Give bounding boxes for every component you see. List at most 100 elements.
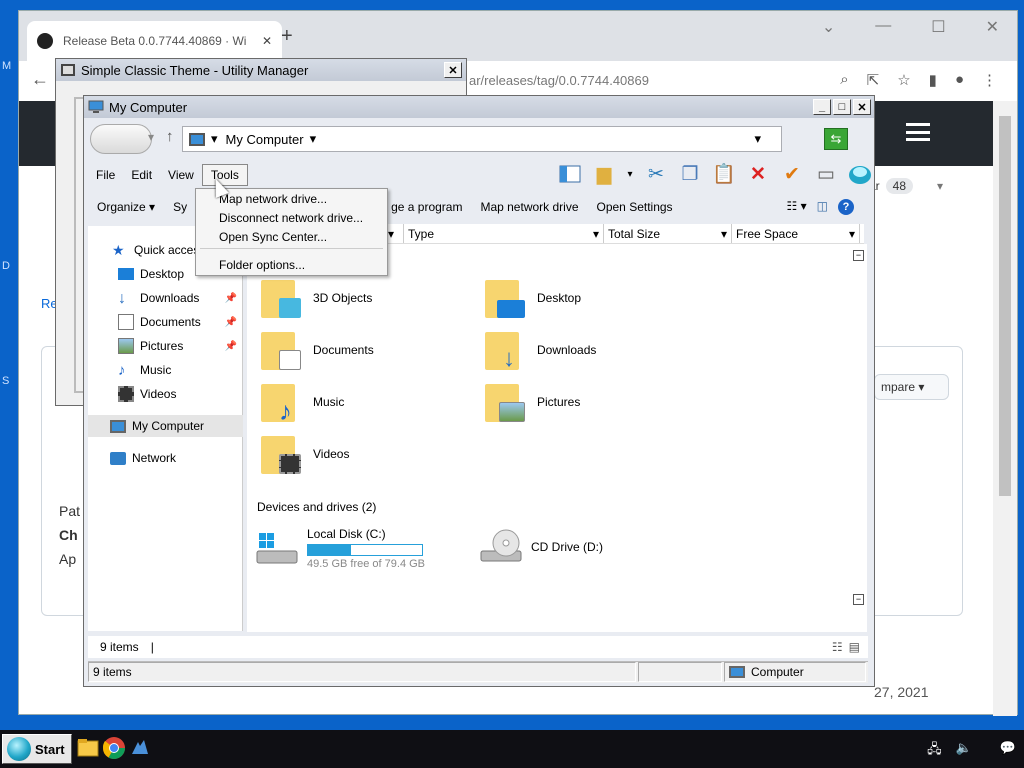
my-computer-titlebar[interactable]: My Computer _ □ ✕	[84, 96, 874, 118]
menu-file[interactable]: File	[88, 165, 123, 185]
back-forward-button[interactable]	[90, 124, 152, 154]
address-bar[interactable]: ▾ My Computer ▾ ▾	[182, 126, 782, 152]
sync-button[interactable]: Sy	[164, 200, 196, 214]
folder-view-icon[interactable]: ▆	[592, 162, 616, 186]
chevron-down-icon[interactable]: ▾	[148, 130, 154, 144]
checkmark-icon[interactable]: ✔	[780, 162, 804, 186]
collapse-group-icon[interactable]: −	[853, 250, 864, 261]
new-tab-icon[interactable]: +	[281, 25, 293, 48]
change-program-button[interactable]: ge a program	[382, 200, 471, 214]
properties-icon[interactable]: ▭	[814, 162, 838, 186]
status-zone: Computer	[724, 662, 866, 682]
shell-logo-icon[interactable]	[848, 162, 872, 186]
nav-downloads[interactable]: ↓ Downloads 📌	[88, 287, 243, 309]
start-orb-icon	[7, 737, 31, 761]
minimize-icon[interactable]: —	[875, 17, 891, 37]
disconnect-network-drive-item[interactable]: Disconnect network drive...	[219, 211, 363, 225]
folder-downloads[interactable]: ↓ Downloads	[485, 326, 705, 374]
compare-button[interactable]: mpare ▾	[874, 374, 949, 400]
close-icon[interactable]: ✕	[444, 62, 462, 78]
more-icon[interactable]: ⋮	[982, 71, 997, 89]
view-options-icon[interactable]: ☷ ▾	[787, 199, 807, 215]
folder-music[interactable]: ♪ Music	[261, 378, 481, 426]
profile-icon[interactable]: ●	[955, 71, 964, 89]
star-icon[interactable]: ☆	[897, 71, 910, 89]
column-free-space[interactable]: Free Space ▾	[732, 224, 860, 243]
notification-icon[interactable]: 💬	[1000, 740, 1016, 762]
music-note-icon: ♪	[118, 362, 126, 379]
preview-pane-icon[interactable]	[558, 162, 582, 186]
maximize-icon[interactable]: ☐	[931, 17, 945, 37]
organize-button[interactable]: Organize ▾	[88, 200, 164, 214]
star-count: 48	[885, 178, 914, 194]
chrome-icon[interactable]	[102, 736, 126, 760]
navigation-pane: ★ Quick access Desktop ↓ Downloads 📌 Doc…	[88, 226, 243, 631]
open-sync-center-item[interactable]: Open Sync Center...	[219, 230, 327, 244]
pin-icon[interactable]: 📌	[225, 317, 237, 328]
cut-icon[interactable]: ✂	[644, 162, 668, 186]
zoom-icon[interactable]: ⌕	[840, 71, 848, 89]
chrome-tab[interactable]: Release Beta 0.0.7744.40869 · Wi ✕	[27, 21, 282, 61]
map-network-drive-item[interactable]: Map network drive...	[219, 192, 327, 206]
nav-music[interactable]: ♪ Music	[88, 359, 243, 381]
back-arrow-icon[interactable]: ←	[31, 69, 49, 90]
chevron-down-icon[interactable]: ▾	[754, 131, 761, 147]
map-network-drive-button[interactable]: Map network drive	[471, 200, 587, 214]
star-button[interactable]: ar 48 ▾	[869, 178, 943, 194]
delete-icon[interactable]: ✕	[746, 162, 770, 186]
folder-options-item[interactable]: Folder options...	[219, 258, 305, 272]
minimize-icon[interactable]: _	[813, 99, 831, 115]
item-count: 9 items	[100, 640, 139, 654]
chevron-down-icon[interactable]: ▾	[626, 162, 634, 186]
start-button[interactable]: Start	[2, 734, 72, 764]
column-type[interactable]: Type ▾	[404, 224, 604, 243]
nav-pictures[interactable]: Pictures 📌	[88, 335, 243, 357]
pane-icon[interactable]: ◫	[817, 199, 828, 215]
menu-view[interactable]: View	[160, 165, 202, 185]
page-scrollbar[interactable]	[993, 101, 1017, 716]
app-icon[interactable]	[128, 736, 152, 760]
url-text[interactable]: ar/releases/tag/0.0.7744.40869	[469, 73, 649, 88]
pin-icon[interactable]: 📌	[225, 293, 237, 304]
hamburger-icon[interactable]	[906, 123, 930, 141]
details-view-icon[interactable]: ☷	[832, 640, 843, 654]
help-icon[interactable]: ?	[838, 199, 854, 215]
folder-pictures[interactable]: Pictures	[485, 378, 705, 426]
pin-icon[interactable]: 📌	[225, 341, 237, 352]
paste-icon[interactable]: 📋	[712, 162, 736, 186]
share-icon[interactable]: ⇱	[867, 71, 880, 89]
folder-desktop[interactable]: Desktop	[485, 274, 705, 322]
nav-documents[interactable]: Documents 📌	[88, 311, 243, 333]
column-total-size[interactable]: Total Size ▾	[604, 224, 732, 243]
sidebar-icon[interactable]: ▮	[929, 71, 937, 89]
release-date: 27, 2021	[874, 684, 929, 700]
picture-icon	[118, 338, 134, 354]
menu-edit[interactable]: Edit	[123, 165, 160, 185]
nav-my-computer[interactable]: My Computer	[88, 415, 243, 437]
chevron-down-icon[interactable]: ⌄	[822, 17, 835, 37]
folder-videos[interactable]: Videos	[261, 430, 481, 478]
folder-3d-objects[interactable]: 3D Objects	[261, 274, 481, 322]
folder-documents[interactable]: Documents	[261, 326, 481, 374]
nav-videos[interactable]: Videos	[88, 383, 243, 405]
file-explorer-icon[interactable]	[76, 736, 100, 760]
collapse-group-icon[interactable]: −	[853, 594, 864, 605]
maximize-icon[interactable]: □	[833, 99, 851, 115]
tiles-view-icon[interactable]: ▤	[849, 640, 860, 654]
close-icon[interactable]: ✕	[262, 34, 272, 48]
desktop-icon-label: D	[2, 260, 10, 272]
network-icon	[110, 451, 126, 465]
close-icon[interactable]: ✕	[853, 99, 871, 115]
computer-icon	[88, 100, 104, 113]
nav-network[interactable]: Network	[88, 447, 243, 469]
volume-icon[interactable]: 🔈	[956, 740, 972, 762]
refresh-icon[interactable]: ⇆	[824, 128, 848, 150]
close-icon[interactable]: ✕	[986, 17, 999, 37]
open-settings-button[interactable]: Open Settings	[588, 200, 682, 214]
network-icon[interactable]: 🖧	[927, 740, 942, 762]
toolbar: ▆ ▾ ✂ ❐ 📋 ✕ ✔ ▭	[558, 162, 872, 186]
utility-manager-titlebar[interactable]: Simple Classic Theme - Utility Manager ✕	[56, 59, 466, 81]
copy-icon[interactable]: ❐	[678, 162, 702, 186]
text-fragment: Ap	[59, 551, 77, 567]
up-arrow-icon[interactable]: ↑	[166, 128, 174, 145]
